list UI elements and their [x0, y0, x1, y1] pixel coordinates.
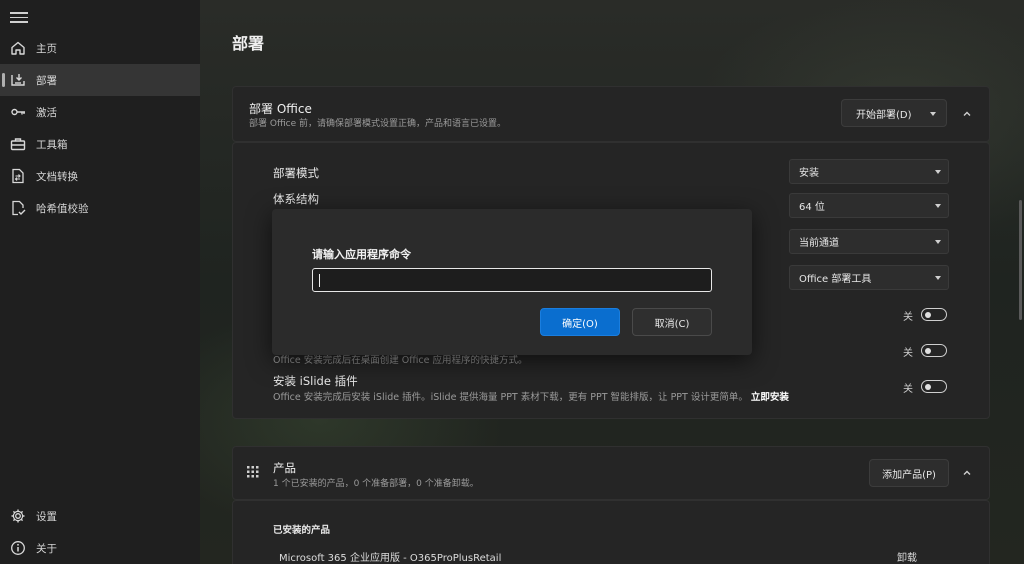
sidebar-item-label: 哈希值校验 [36, 202, 89, 215]
deploy-tool-value: Office 部署工具 [799, 274, 872, 285]
sidebar-item-label: 文档转换 [36, 170, 78, 183]
ok-button[interactable]: 确定(O) [540, 308, 620, 336]
info-icon [9, 539, 27, 557]
channel-select[interactable]: 当前通道 [789, 229, 949, 254]
dropdown-icon [930, 112, 936, 116]
shortcut-toggle-state: 关 [903, 348, 913, 359]
sidebar-item-about[interactable]: 关于 [0, 532, 200, 564]
sidebar-item-deploy[interactable]: 部署 [0, 64, 200, 96]
home-icon [9, 39, 27, 57]
sidebar-item-label: 关于 [36, 542, 57, 555]
deploy-mode-label: 部署模式 [273, 166, 319, 180]
sidebar-item-label: 部署 [36, 74, 57, 87]
sidebar-item-label: 工具箱 [36, 138, 68, 151]
add-product-button[interactable]: 添加产品(P) [869, 459, 949, 487]
sidebar: 主页 部署 激活 工具箱 文档转换 哈希值校验 设置 关于 [0, 0, 200, 564]
key-icon [9, 103, 27, 121]
deploy-icon [9, 71, 27, 89]
gear-icon [9, 507, 27, 525]
islide-label: 安装 iSlide 插件 [273, 374, 358, 388]
product-card-header: 产品 1 个已安装的产品，0 个准备部署，0 个准备卸载。 添加产品(P) [232, 446, 990, 500]
deploy-office-card-header: 部署 Office 部署 Office 前，请确保部署模式设置正确，产品和语言已… [232, 86, 990, 142]
deploy-mode-value: 安装 [799, 168, 819, 179]
product-card-subtitle: 1 个已安装的产品，0 个准备部署，0 个准备卸载。 [273, 479, 479, 489]
sidebar-item-label: 主页 [36, 42, 57, 55]
text-caret [319, 274, 320, 287]
architecture-label: 体系结构 [273, 192, 319, 206]
toggle-state-label: 关 [903, 312, 913, 323]
deploy-card-title: 部署 Office [249, 102, 312, 116]
installed-products-header: 已安装的产品 [273, 525, 331, 536]
toggle-switch[interactable] [921, 308, 947, 321]
sidebar-item-label: 激活 [36, 106, 57, 119]
grid-icon [247, 466, 259, 481]
collapse-chevron-up-icon[interactable] [957, 104, 977, 124]
sidebar-item-hash-check[interactable]: 哈希值校验 [0, 192, 200, 224]
sidebar-item-home[interactable]: 主页 [0, 32, 200, 64]
deploy-tool-select[interactable]: Office 部署工具 [789, 265, 949, 290]
page-title: 部署 [232, 34, 265, 53]
collapse-chevron-up-icon[interactable] [957, 463, 977, 483]
channel-value: 当前通道 [799, 238, 839, 249]
islide-toggle-switch[interactable] [921, 380, 947, 393]
sidebar-item-settings[interactable]: 设置 [0, 500, 200, 532]
architecture-select[interactable]: 64 位 [789, 193, 949, 218]
islide-toggle-state: 关 [903, 384, 913, 395]
command-input-dialog: 请输入应用程序命令 确定(O) 取消(C) [272, 209, 752, 355]
sidebar-item-label: 设置 [36, 510, 57, 523]
installed-product-name: Microsoft 365 企业应用版 - O365ProPlusRetail [279, 553, 502, 564]
hash-check-icon [9, 199, 27, 217]
scrollbar-thumb[interactable] [1019, 200, 1022, 320]
product-card-body: 已安装的产品 Microsoft 365 企业应用版 - O365ProPlus… [232, 500, 990, 564]
islide-description-text: Office 安装完成后安装 iSlide 插件。iSlide 提供海量 PPT… [273, 392, 748, 403]
architecture-value: 64 位 [799, 202, 825, 213]
deploy-card-subtitle: 部署 Office 前，请确保部署模式设置正确，产品和语言已设置。 [249, 119, 506, 129]
menu-icon[interactable] [10, 9, 28, 25]
document-convert-icon [9, 167, 27, 185]
command-input[interactable] [312, 268, 712, 292]
sidebar-item-doc-convert[interactable]: 文档转换 [0, 160, 200, 192]
islide-description: Office 安装完成后安装 iSlide 插件。iSlide 提供海量 PPT… [273, 389, 789, 403]
sidebar-item-toolbox[interactable]: 工具箱 [0, 128, 200, 160]
deploy-mode-select[interactable]: 安装 [789, 159, 949, 184]
uninstall-link[interactable]: 卸载 [897, 549, 917, 564]
start-deploy-label: 开始部署(D) [856, 109, 912, 121]
shortcut-toggle-switch[interactable] [921, 344, 947, 357]
islide-install-link[interactable]: 立即安装 [751, 392, 789, 403]
dialog-title: 请输入应用程序命令 [312, 248, 411, 261]
cancel-button[interactable]: 取消(C) [632, 308, 712, 336]
sidebar-item-activate[interactable]: 激活 [0, 96, 200, 128]
product-card-title: 产品 [273, 461, 296, 475]
toolbox-icon [9, 135, 27, 153]
start-deploy-button[interactable]: 开始部署(D) [841, 99, 947, 127]
